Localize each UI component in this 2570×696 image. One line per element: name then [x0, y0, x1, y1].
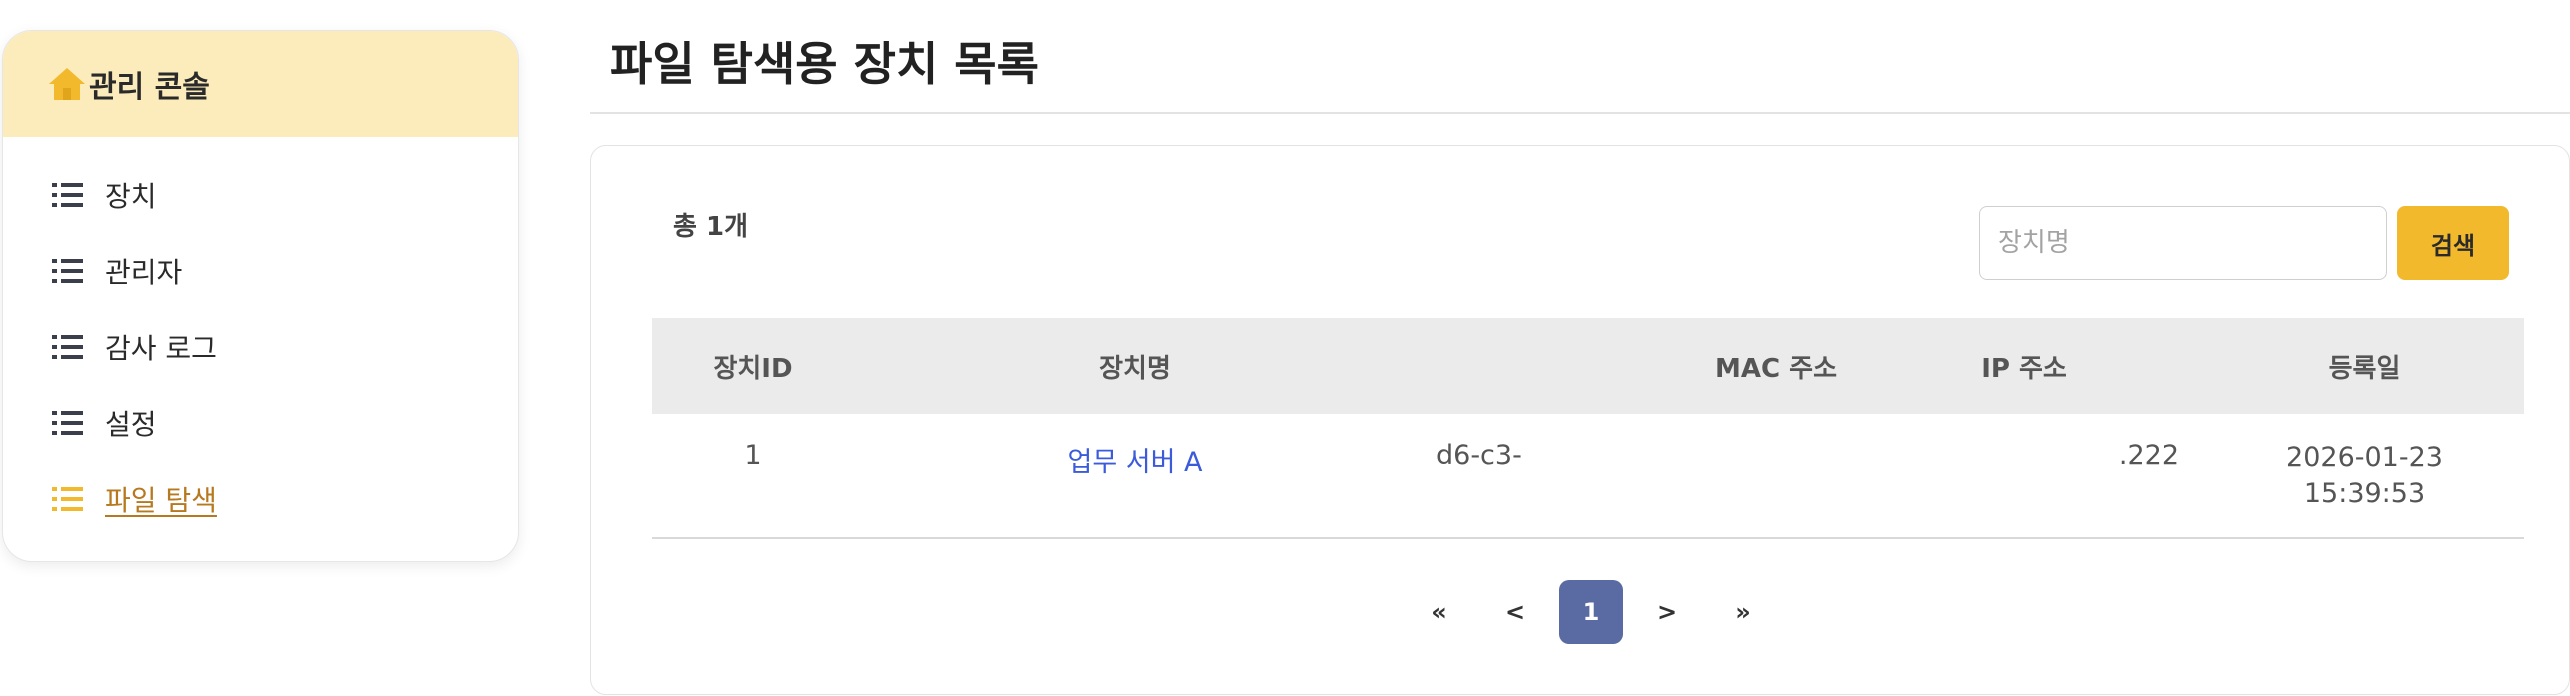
next-page-button[interactable]: > [1635, 580, 1699, 644]
sidebar-title: 관리 콘솔 [89, 70, 210, 105]
header-ip-address: IP 주소 [1981, 353, 2067, 384]
sidebar-item-audit-log[interactable]: 감사 로그 [3, 309, 518, 385]
cell-ip-address: .222 [2118, 440, 2179, 471]
cell-mac-address: d6-c3- [1436, 440, 1522, 471]
table-header-row: 장치ID 장치명 MAC 주소 IP 주소 등록일 [652, 318, 2524, 414]
cell-device-id: 1 [744, 440, 762, 471]
sidebar-item-settings[interactable]: 설정 [3, 385, 518, 461]
prev-page-button[interactable]: < [1483, 580, 1547, 644]
page-title: 파일 탐색용 장치 목록 [610, 37, 1039, 91]
sidebar-menu: 장치 관리자 감사 로그 설정 파일 탐색 [3, 137, 518, 537]
list-icon [51, 483, 85, 515]
list-icon [51, 179, 85, 211]
last-page-button[interactable]: » [1711, 580, 1775, 644]
first-page-button[interactable]: « [1407, 580, 1471, 644]
list-icon [51, 331, 85, 363]
sidebar-item-label: 관리자 [105, 256, 183, 289]
device-list-panel: 총 1개 검색 장치ID 장치명 MAC 주소 IP 주소 등록일 1 업무 서… [590, 145, 2570, 695]
device-table-wrap: 장치ID 장치명 MAC 주소 IP 주소 등록일 1 업무 서버 A d6-c… [652, 318, 2524, 539]
cell-registered-date: 2026-01-23 15:39:53 [2205, 414, 2524, 538]
sidebar-item-label: 파일 탐색 [105, 484, 217, 517]
search-button[interactable]: 검색 [2397, 206, 2509, 280]
list-icon [51, 255, 85, 287]
sidebar-item-file-explorer[interactable]: 파일 탐색 [3, 461, 518, 537]
sidebar-item-devices[interactable]: 장치 [3, 157, 518, 233]
table-row: 1 업무 서버 A d6-c3- .222 2026-01-23 15:39:5… [652, 414, 2524, 538]
device-table: 장치ID 장치명 MAC 주소 IP 주소 등록일 1 업무 서버 A d6-c… [652, 318, 2524, 539]
sidebar: 관리 콘솔 장치 관리자 감사 로그 설정 파일 탐색 [2, 30, 519, 562]
sidebar-header: 관리 콘솔 [3, 31, 518, 137]
header-device-name: 장치명 [1099, 353, 1171, 384]
header-registered-date: 등록일 [2328, 353, 2401, 384]
registered-time: 15:39:53 [2303, 478, 2426, 509]
header-mac-address: MAC 주소 [1715, 353, 1837, 384]
registered-date: 2026-01-23 [2286, 442, 2443, 473]
sidebar-item-label: 설정 [105, 408, 157, 441]
sidebar-item-label: 감사 로그 [105, 332, 217, 365]
title-divider [590, 112, 2570, 114]
device-name-link[interactable]: 업무 서버 A [1068, 447, 1203, 478]
search-input[interactable] [1979, 206, 2387, 280]
total-count: 총 1개 [673, 212, 748, 242]
sidebar-item-admins[interactable]: 관리자 [3, 233, 518, 309]
page-number-button[interactable]: 1 [1559, 580, 1623, 644]
header-device-id: 장치ID [713, 353, 793, 384]
home-icon [47, 65, 87, 103]
sidebar-item-label: 장치 [105, 180, 157, 213]
pagination: « < 1 > » [591, 580, 2570, 644]
cell-device-name: 업무 서버 A [854, 414, 1416, 538]
list-icon [51, 407, 85, 439]
